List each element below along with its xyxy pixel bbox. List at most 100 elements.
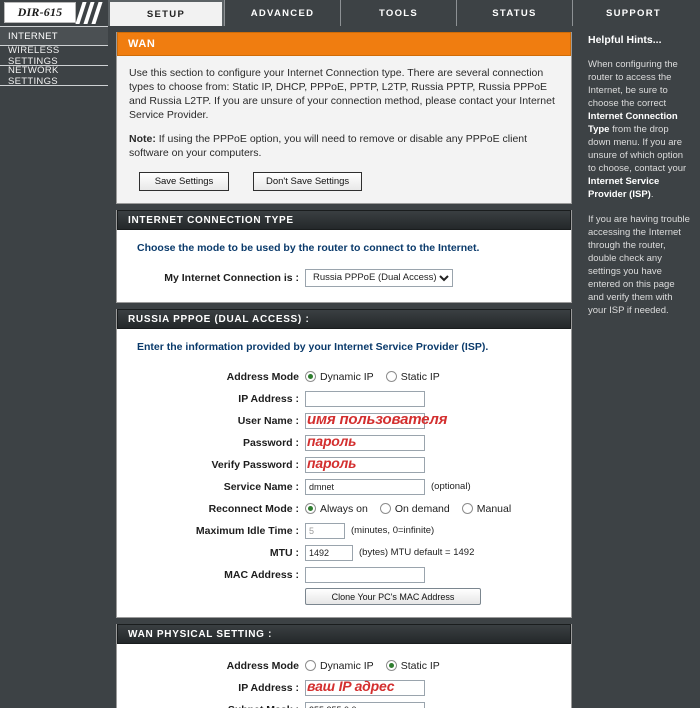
- pppoe-reconnect-mode-row: Reconnect Mode : Always on On demand Man…: [127, 499, 561, 518]
- tab-tools[interactable]: TOOLS: [340, 0, 456, 26]
- brand-logo: DIR-615: [0, 0, 108, 26]
- pppoe-manual-label: Manual: [476, 502, 512, 515]
- pppoe-mac-address-input[interactable]: [305, 566, 425, 583]
- pppoe-ip-address-label: IP Address :: [238, 392, 299, 405]
- sidebar-item-wireless-settings[interactable]: WIRELESS SETTINGS: [0, 45, 108, 67]
- pppoe-mac-address-label: MAC Address :: [224, 568, 299, 581]
- physical-subnet-input[interactable]: [305, 701, 425, 708]
- hints-paragraph-2: If you are having trouble accessing the …: [588, 214, 690, 316]
- pppoe-on-demand-label: On demand: [394, 502, 450, 515]
- pppoe-address-mode-dynamic[interactable]: Dynamic IP: [305, 371, 374, 383]
- pppoe-address-mode-static[interactable]: Static IP: [385, 370, 440, 383]
- save-settings-button[interactable]: Save Settings: [139, 172, 229, 191]
- pppoe-max-idle-field: (minutes, 0=infinite): [305, 522, 435, 539]
- clone-mac-address-button[interactable]: Clone Your PC's MAC Address: [305, 588, 481, 605]
- pppoe-service-name-field: (optional): [305, 478, 471, 495]
- internet-connection-type-panel: INTERNET CONNECTION TYPE Choose the mode…: [116, 210, 572, 303]
- pppoe-address-mode-label: Address Mode: [226, 370, 299, 383]
- pppoe-clone-row: Clone Your PC's MAC Address: [127, 588, 561, 605]
- radio-manual-icon[interactable]: [461, 503, 473, 514]
- physical-ip-address-row: IP Address : ваш IP адрес: [127, 678, 561, 697]
- wan-button-row: Save Settings Don't Save Settings: [129, 172, 559, 191]
- pppoe-verify-password-label: Verify Password :: [211, 458, 299, 471]
- connection-type-row: My Internet Connection is : Russia PPPoE…: [127, 268, 561, 287]
- hints-p1-a: When configuring the router to access th…: [588, 59, 678, 109]
- pppoe-service-name-input[interactable]: [305, 478, 425, 495]
- tab-advanced[interactable]: ADVANCED: [224, 0, 340, 26]
- connection-type-field: Russia PPPoE (Dual Access): [305, 268, 453, 287]
- physical-ip-address-label: IP Address :: [238, 681, 299, 694]
- physical-static-ip-label: Static IP: [400, 659, 440, 672]
- physical-ip-address-field: ваш IP адрес: [305, 678, 425, 696]
- slashes-decoration-icon: [75, 1, 106, 25]
- pppoe-password-label: Password :: [242, 436, 299, 449]
- wan-panel: WAN Use this section to configure your I…: [116, 32, 572, 204]
- connection-type-select[interactable]: Russia PPPoE (Dual Access): [305, 268, 453, 287]
- left-sidebar: INTERNET WIRELESS SETTINGS NETWORK SETTI…: [0, 26, 108, 708]
- physical-address-mode-dynamic[interactable]: Dynamic IP: [305, 660, 374, 672]
- wan-note-text: If using the PPPoE option, you will need…: [129, 133, 528, 159]
- hints-p1-e: .: [650, 189, 654, 200]
- pppoe-reconnect-on-demand[interactable]: On demand: [379, 502, 450, 515]
- pppoe-mtu-label: MTU :: [269, 546, 299, 559]
- pppoe-mac-address-row: MAC Address :: [127, 565, 561, 584]
- radio-static-ip-icon[interactable]: [385, 371, 397, 382]
- pppoe-password-input[interactable]: [305, 434, 425, 451]
- pppoe-verify-password-input[interactable]: [305, 456, 425, 473]
- helpful-hints-panel: Helpful Hints... When configuring the ro…: [578, 26, 700, 708]
- radio-dynamic-ip-icon[interactable]: [305, 371, 316, 382]
- internet-connection-type-title: INTERNET CONNECTION TYPE: [117, 210, 571, 230]
- pppoe-always-on-label: Always on: [320, 502, 368, 515]
- pppoe-static-ip-label: Static IP: [400, 370, 440, 383]
- physical-address-mode-static[interactable]: Static IP: [385, 659, 440, 672]
- tab-support[interactable]: SUPPORT: [572, 0, 694, 26]
- pppoe-mac-address-field: [305, 566, 425, 583]
- wan-panel-title: WAN: [117, 32, 571, 56]
- tab-setup[interactable]: SETUP: [108, 0, 224, 26]
- pppoe-username-row: User Name : имя пользователя: [127, 411, 561, 430]
- pppoe-ip-address-input[interactable]: [305, 390, 425, 407]
- russia-pppoe-panel: RUSSIA PPPOE (DUAL ACCESS) : Enter the i…: [116, 309, 572, 618]
- pppoe-dynamic-ip-label: Dynamic IP: [320, 370, 374, 383]
- hints-p1-bold-2: Internet Service Provider (ISP): [588, 176, 660, 200]
- pppoe-mtu-input[interactable]: [305, 544, 353, 561]
- main-content: WAN Use this section to configure your I…: [108, 26, 578, 708]
- physical-ip-address-input[interactable]: [305, 679, 425, 696]
- pppoe-address-mode-row: Address Mode Dynamic IP Static IP: [127, 367, 561, 386]
- connection-type-lead: Choose the mode to be used by the router…: [137, 242, 480, 254]
- physical-subnet-field: [305, 701, 425, 708]
- pppoe-verify-password-field: пароль: [305, 455, 425, 473]
- pppoe-max-idle-input[interactable]: [305, 522, 345, 539]
- pppoe-mtu-row: MTU : (bytes) MTU default = 1492: [127, 543, 561, 562]
- hints-title: Helpful Hints...: [588, 34, 662, 46]
- pppoe-username-input[interactable]: [305, 412, 425, 429]
- pppoe-reconnect-mode-label: Reconnect Mode :: [208, 502, 299, 515]
- hints-paragraph-1: When configuring the router to access th…: [588, 58, 692, 201]
- radio-on-demand-icon[interactable]: [379, 503, 391, 514]
- pppoe-service-name-row: Service Name : (optional): [127, 477, 561, 496]
- pppoe-service-name-suffix: (optional): [431, 481, 471, 492]
- pppoe-service-name-label: Service Name :: [223, 480, 299, 493]
- wan-note-label: Note:: [129, 133, 156, 145]
- physical-subnet-row: Subnet Mask :: [127, 700, 561, 708]
- physical-address-mode-group: Dynamic IP Static IP: [305, 660, 452, 672]
- pppoe-max-idle-suffix: (minutes, 0=infinite): [351, 525, 435, 536]
- dont-save-settings-button[interactable]: Don't Save Settings: [253, 172, 363, 191]
- pppoe-reconnect-always-on[interactable]: Always on: [305, 503, 368, 515]
- russia-pppoe-body: Enter the information provided by your I…: [117, 329, 571, 617]
- tab-status[interactable]: STATUS: [456, 0, 572, 26]
- physical-address-mode-label: Address Mode: [226, 659, 299, 672]
- router-admin-page: DIR-615 SETUP ADVANCED TOOLS STATUS SUPP…: [0, 0, 700, 708]
- radio-physical-dynamic-ip-icon[interactable]: [305, 660, 316, 671]
- pppoe-reconnect-manual[interactable]: Manual: [461, 502, 512, 515]
- radio-always-on-icon[interactable]: [305, 503, 316, 514]
- sidebar-item-internet[interactable]: INTERNET: [0, 26, 108, 46]
- pppoe-username-label: User Name :: [237, 414, 299, 427]
- radio-physical-static-ip-icon[interactable]: [385, 660, 397, 671]
- wan-note: Note: If using the PPPoE option, you wil…: [129, 132, 559, 160]
- pppoe-password-row: Password : пароль: [127, 433, 561, 452]
- pppoe-ip-address-field: [305, 390, 425, 407]
- sidebar-item-network-settings[interactable]: NETWORK SETTINGS: [0, 65, 108, 87]
- top-navigation-bar: DIR-615 SETUP ADVANCED TOOLS STATUS SUPP…: [0, 0, 700, 26]
- internet-connection-type-body: Choose the mode to be used by the router…: [117, 230, 571, 302]
